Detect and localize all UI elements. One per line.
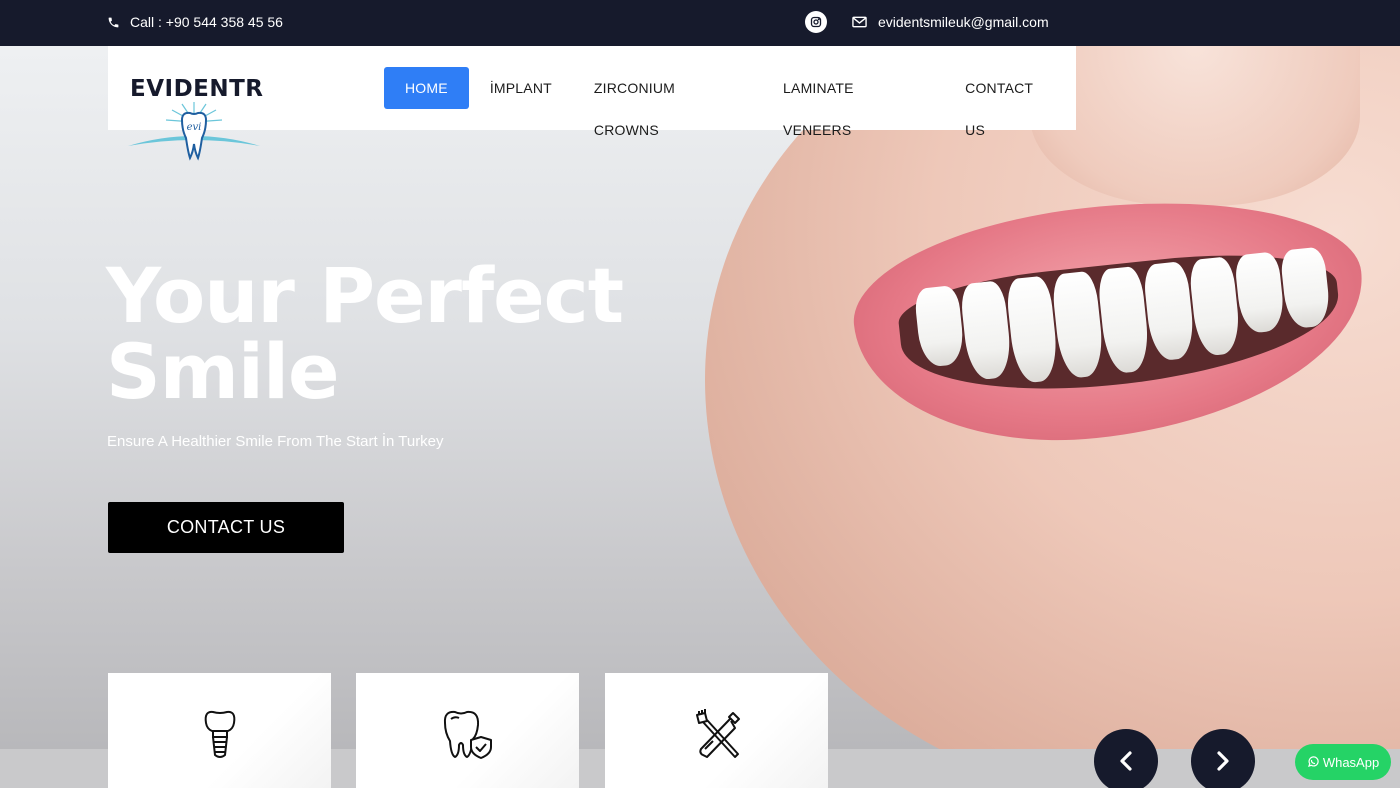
instagram-link[interactable] — [805, 11, 827, 33]
whatsapp-label: WhasApp — [1322, 754, 1380, 770]
call-info[interactable]: Call : +90 544 358 45 56 — [107, 14, 283, 30]
slider-next-button[interactable] — [1191, 729, 1255, 788]
instagram-icon — [810, 16, 822, 28]
contact-us-button[interactable]: CONTACT US — [108, 502, 344, 553]
tooth-shield-icon — [443, 710, 492, 759]
hero-title: Your Perfect Smile — [106, 258, 666, 410]
service-card-tooth-protection[interactable] — [356, 673, 579, 788]
main-nav: HOME İMPLANT ZIRCONIUM CROWNS LAMINATE V… — [384, 67, 1076, 138]
chevron-left-icon — [1120, 751, 1132, 771]
hero-title-line-2: Smile — [106, 327, 340, 416]
whatsapp-icon — [1307, 756, 1319, 767]
nav-zirconium-crowns[interactable]: ZIRCONIUM CROWNS — [573, 67, 762, 138]
hero-nose-shape — [1030, 46, 1360, 206]
service-card-implant[interactable] — [108, 673, 331, 788]
brand-name[interactable]: EVIDENTR — [130, 76, 264, 102]
nav-contact-us[interactable]: CONTACT US — [944, 67, 1076, 138]
logo-tooth-icon[interactable]: evi — [128, 100, 260, 164]
email-link[interactable]: evidentsmileuk@gmail.com — [852, 14, 1049, 30]
call-text: Call : +90 544 358 45 56 — [130, 14, 283, 30]
hero-subtitle: Ensure A Healthier Smile From The Start … — [107, 433, 444, 450]
chevron-right-icon — [1217, 751, 1229, 771]
nav-implant[interactable]: İMPLANT — [469, 67, 573, 109]
nav-laminate-veneers[interactable]: LAMINATE VENEERS — [762, 67, 944, 138]
service-card-hygiene[interactable] — [605, 673, 828, 788]
logo-mark-text: evi — [187, 122, 202, 133]
toothbrush-toothpaste-icon — [695, 709, 740, 758]
slider-prev-button[interactable] — [1094, 729, 1158, 788]
phone-icon — [108, 17, 119, 27]
whatsapp-button[interactable]: WhasApp — [1295, 744, 1391, 780]
mail-icon — [852, 16, 867, 28]
top-bar: Call : +90 544 358 45 56 evidentsmileuk@… — [0, 0, 1400, 46]
hero-title-line-1: Your Perfect — [106, 251, 624, 340]
nav-home[interactable]: HOME — [384, 67, 469, 109]
dental-implant-icon — [204, 710, 235, 758]
email-text: evidentsmileuk@gmail.com — [878, 14, 1049, 30]
